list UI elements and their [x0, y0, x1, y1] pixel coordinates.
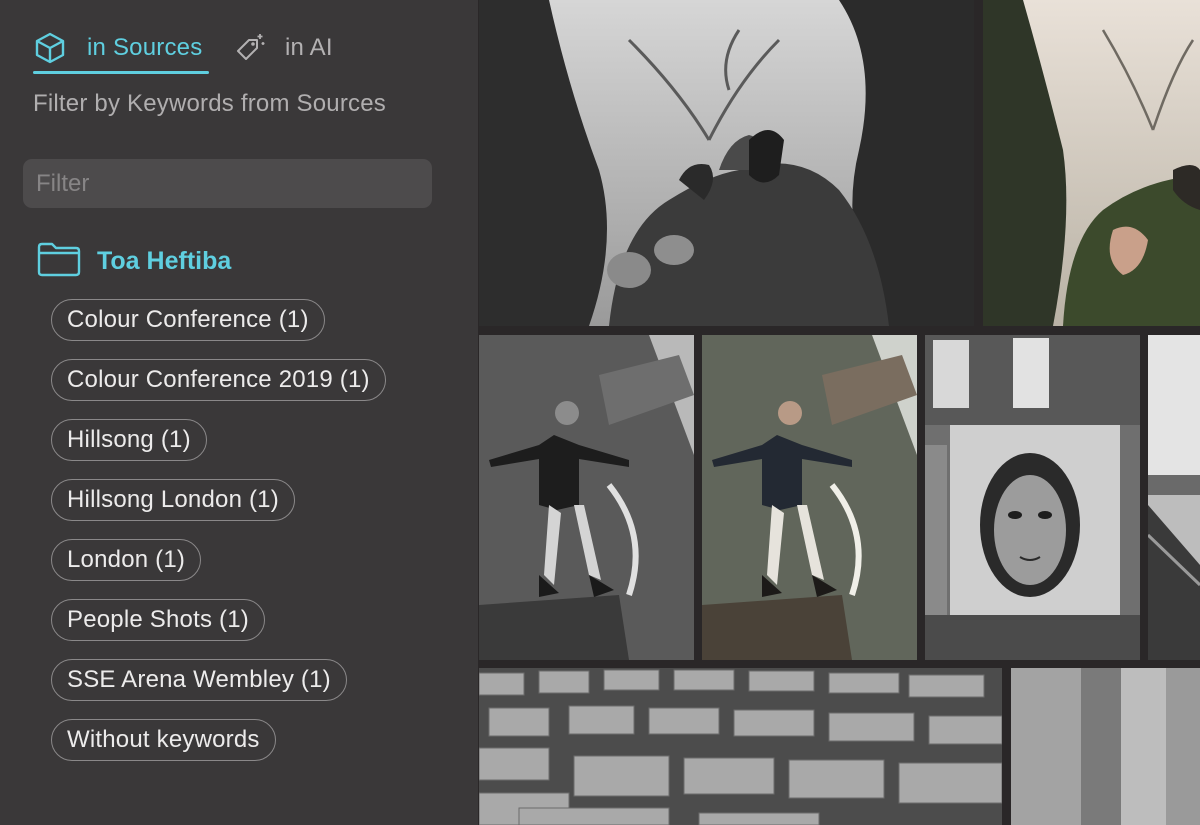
keyword-filter-sidebar: in Sources in AI Filter by Keywords from…	[0, 0, 478, 825]
cube-icon	[33, 31, 67, 65]
folder-label: Toa Heftiba	[97, 246, 232, 275]
keyword-tag[interactable]: Colour Conference (1)	[51, 299, 325, 341]
tab-in-ai-label: in AI	[285, 34, 333, 61]
tab-in-sources[interactable]: in Sources	[33, 25, 209, 71]
photo-couple-trees-bw[interactable]	[479, 0, 974, 326]
keyword-tag[interactable]: London (1)	[51, 539, 202, 581]
photo-man-on-wall-color[interactable]	[702, 335, 917, 660]
keyword-tag[interactable]: Hillsong (1)	[51, 419, 207, 461]
photo-man-on-wall-bw[interactable]	[479, 335, 694, 660]
filter-subtitle: Filter by Keywords from Sources	[33, 90, 386, 117]
photo-mural-woman-face[interactable]	[925, 335, 1140, 660]
magic-tag-icon	[233, 31, 267, 65]
photo-city-skyline[interactable]	[1148, 335, 1200, 660]
photo-concrete-blocks[interactable]	[479, 668, 1002, 825]
active-tab-indicator	[33, 71, 209, 74]
tab-in-ai[interactable]: in AI	[233, 25, 353, 71]
keyword-tag[interactable]: SSE Arena Wembley (1)	[51, 659, 347, 701]
source-tabs: in Sources in AI	[33, 25, 453, 74]
tab-in-sources-label: in Sources	[87, 34, 203, 61]
keyword-tag[interactable]: Colour Conference 2019 (1)	[51, 359, 386, 401]
filter-input[interactable]	[23, 159, 432, 208]
keyword-tag[interactable]: Hillsong London (1)	[51, 479, 295, 521]
folder-icon	[37, 241, 81, 282]
keyword-tag[interactable]: People Shots (1)	[51, 599, 265, 641]
photo-couple-trees-color[interactable]	[983, 0, 1200, 326]
folder-toa-heftiba[interactable]: Toa Heftiba	[37, 240, 231, 282]
photo-grid	[478, 0, 1200, 825]
photo-concrete-wall[interactable]	[1011, 668, 1200, 825]
keyword-tag-without-keywords[interactable]: Without keywords	[51, 719, 276, 761]
